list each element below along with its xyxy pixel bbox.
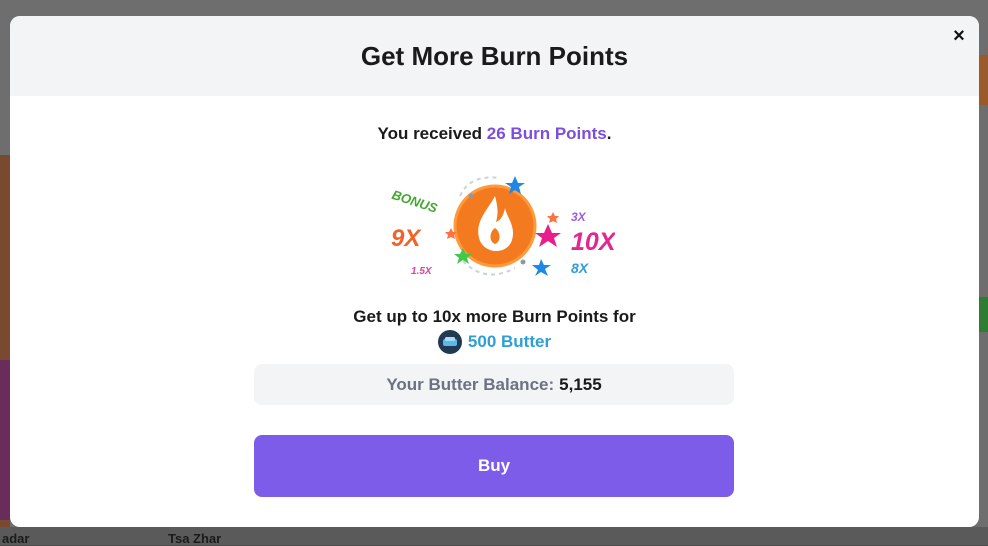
- butter-balance: Your Butter Balance: 5,155: [254, 364, 734, 405]
- modal-title: Get More Burn Points: [360, 40, 629, 71]
- dot-decoration: [520, 259, 526, 265]
- bonus-label: BONUS: [390, 187, 440, 216]
- close-button[interactable]: ×: [947, 24, 971, 48]
- received-points: 26 Burn Points: [486, 124, 607, 143]
- background-button: [978, 297, 988, 332]
- butter-coin-icon: [437, 330, 462, 354]
- balance-label: Your Butter Balance:: [386, 374, 555, 394]
- price-text: 500 Butter: [467, 332, 552, 351]
- received-prefix: You received: [377, 124, 487, 143]
- buy-button[interactable]: Buy: [254, 435, 734, 497]
- multiplier-3x-label: 3X: [571, 210, 587, 224]
- received-suffix: .: [606, 124, 612, 143]
- background-footer: [0, 527, 988, 545]
- background-thumbnail: [978, 55, 988, 105]
- multiplier-1-5x-label: 1.5X: [411, 266, 433, 277]
- star-icon: [547, 212, 559, 223]
- modal-header: Get More Burn Points: [10, 16, 979, 96]
- star-icon: [532, 259, 551, 276]
- star-icon: [535, 224, 561, 247]
- burn-points-modal: Get More Burn Points × You received 26 B…: [10, 16, 979, 527]
- burn-points-illustration: BONUS 9X 1.5X 3X 10X 8X: [390, 176, 615, 277]
- background-label: Tsa Zhar: [168, 531, 222, 546]
- background-label: adar: [2, 531, 30, 546]
- offer-text: Get up to 10x more Burn Points for: [353, 307, 636, 326]
- background-thumbnail: [0, 360, 10, 520]
- received-message: You received 26 Burn Points.: [10, 124, 979, 144]
- multiplier-8x-label: 8X: [571, 260, 590, 276]
- multiplier-9x-label: 9X: [391, 225, 422, 252]
- balance-value: 5,155: [559, 374, 602, 394]
- close-icon: ×: [953, 24, 965, 47]
- dot-decoration: [468, 193, 474, 199]
- multiplier-10x-label: 10X: [571, 228, 615, 256]
- price: 500 Butter: [10, 330, 979, 354]
